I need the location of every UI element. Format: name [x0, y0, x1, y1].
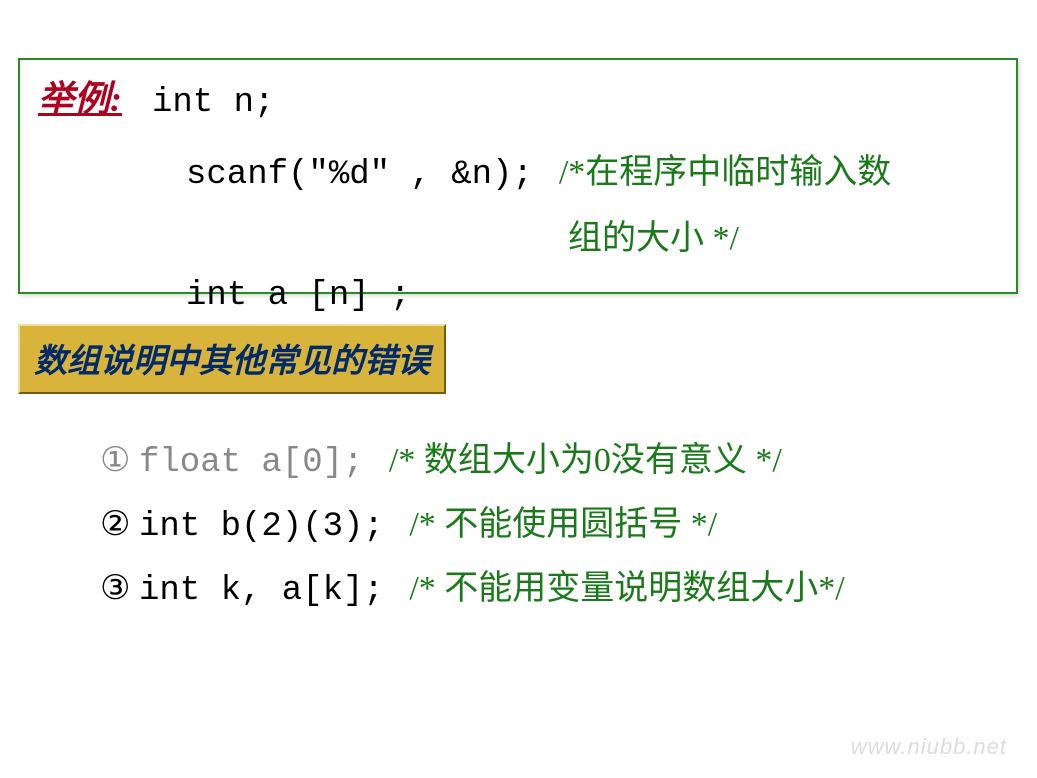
- error-1: ① float a[0]; /* 数组大小为0没有意义 */: [100, 432, 845, 482]
- error-2-comment: /* 不能使用圆括号 */: [409, 506, 717, 543]
- example-label: 举例:: [38, 70, 122, 122]
- error-1-comment: /* 数组大小为0没有意义 */: [389, 442, 782, 479]
- comment-runtime-input-2: 组的大小 */: [568, 220, 739, 257]
- error-3: ③ int k, a[k]; /* 不能用变量说明数组大小*/: [100, 560, 845, 610]
- code-scanf: scanf("%d" , &n);: [186, 156, 533, 194]
- error-2-code: int b(2)(3);: [139, 508, 384, 546]
- example-row-comment2: 组的大小 */: [568, 210, 998, 259]
- comment-runtime-input-1: /*在程序中临时输入数: [559, 144, 891, 193]
- error-3-marker: ③: [100, 572, 130, 610]
- error-2-marker: ②: [100, 508, 130, 546]
- banner-common-errors: 数组说明中其他常见的错误: [18, 324, 446, 394]
- example-row-scanf: scanf("%d" , &n); /*在程序中临时输入数: [186, 144, 998, 194]
- example-row-int-a: int a [n] ;: [186, 277, 998, 315]
- error-3-code: int k, a[k];: [139, 572, 384, 610]
- error-1-marker: ①: [100, 444, 130, 482]
- banner-text: 数组说明中其他常见的错误: [34, 344, 430, 380]
- code-int-n: int n;: [152, 84, 274, 122]
- example-box: 举例: int n; scanf("%d" , &n); /*在程序中临时输入数…: [18, 58, 1018, 294]
- error-2: ② int b(2)(3); /* 不能使用圆括号 */: [100, 496, 845, 546]
- error-1-code: float a[0];: [139, 444, 363, 482]
- example-row-1: 举例: int n;: [38, 70, 998, 122]
- error-3-comment: /* 不能用变量说明数组大小*/: [409, 570, 844, 607]
- errors-list: ① float a[0]; /* 数组大小为0没有意义 */ ② int b(2…: [100, 432, 845, 624]
- code-int-a-n: int a [n] ;: [186, 277, 410, 315]
- watermark: www.niubb.net: [851, 734, 1007, 760]
